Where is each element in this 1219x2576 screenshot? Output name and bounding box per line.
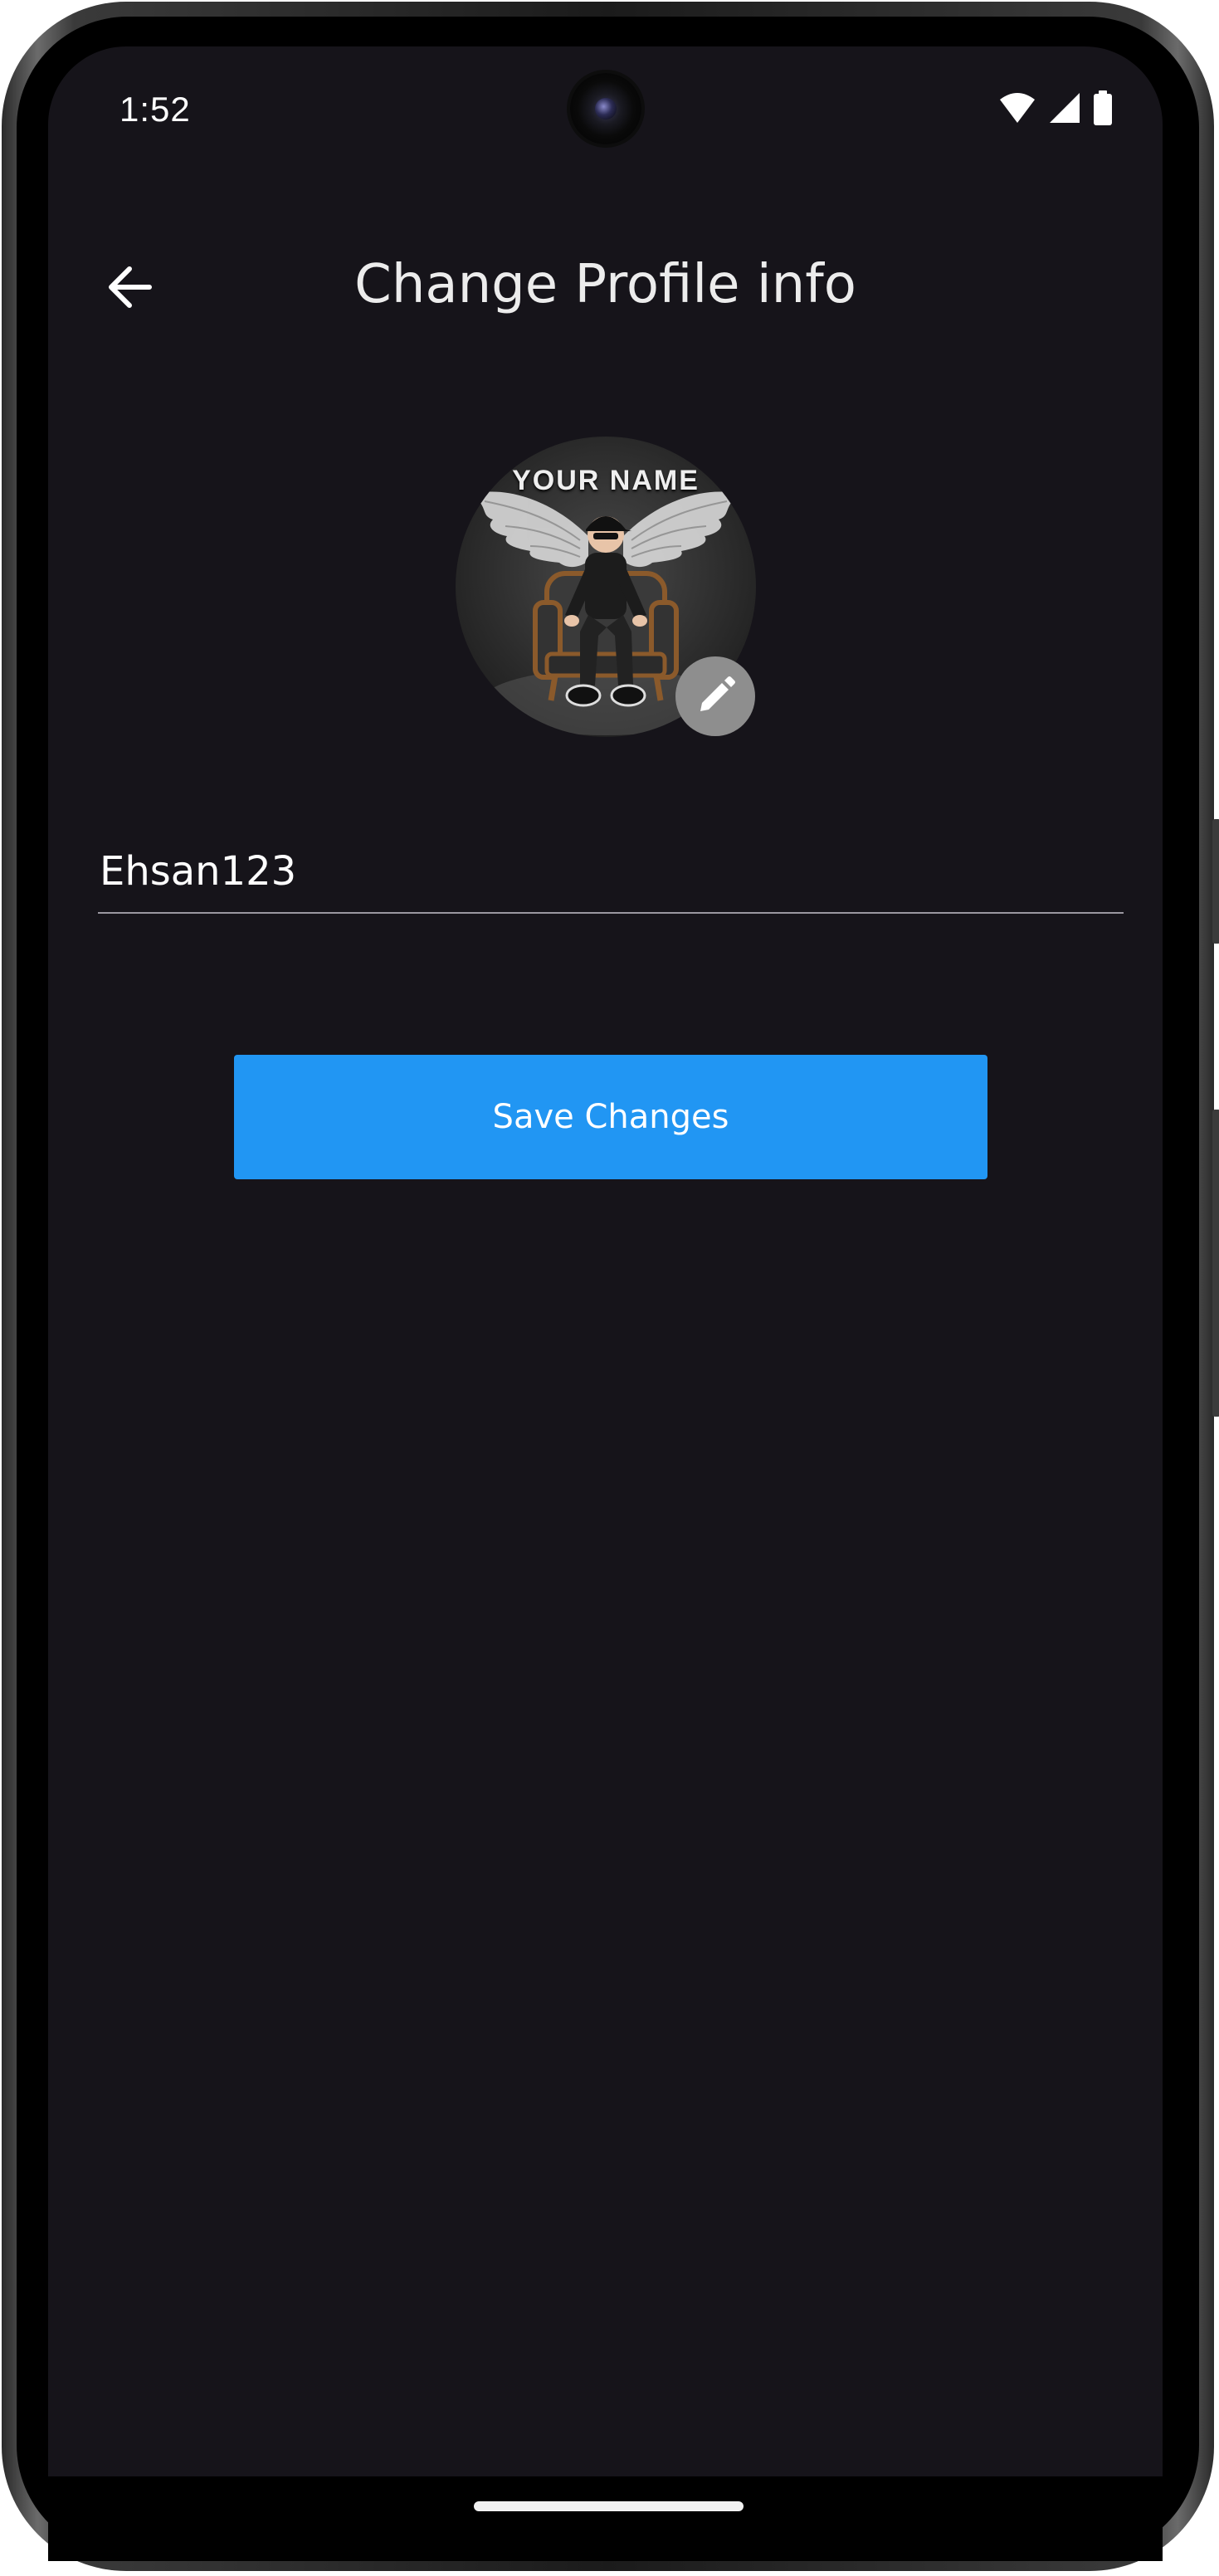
- power-button: [1212, 1110, 1219, 1417]
- battery-icon: [1094, 90, 1112, 125]
- pencil-icon: [700, 676, 735, 711]
- home-indicator[interactable]: [474, 2501, 744, 2511]
- status-icons: [998, 90, 1113, 126]
- status-bar: 1:52: [48, 46, 1163, 146]
- avatar-container: YOUR NAME: [456, 437, 756, 737]
- page-title: Change Profile info: [354, 254, 856, 315]
- edit-avatar-button[interactable]: [675, 656, 755, 736]
- username-input[interactable]: [98, 831, 1124, 914]
- save-changes-button[interactable]: Save Changes: [234, 1055, 987, 1179]
- volume-button: [1212, 819, 1219, 944]
- avatar-caption: YOUR NAME: [512, 465, 700, 496]
- camera-lens: [595, 98, 617, 120]
- cellular-signal-icon: [1050, 93, 1080, 123]
- app-bar: Change Profile info: [48, 212, 1163, 362]
- navigation-bar: [48, 2476, 1163, 2561]
- front-camera: [570, 73, 641, 144]
- wifi-icon: [1000, 93, 1035, 123]
- status-time: 1:52: [119, 90, 191, 129]
- app-screen: 1:52 Change Profile info YOUR NAME Ehsan…: [48, 46, 1163, 2476]
